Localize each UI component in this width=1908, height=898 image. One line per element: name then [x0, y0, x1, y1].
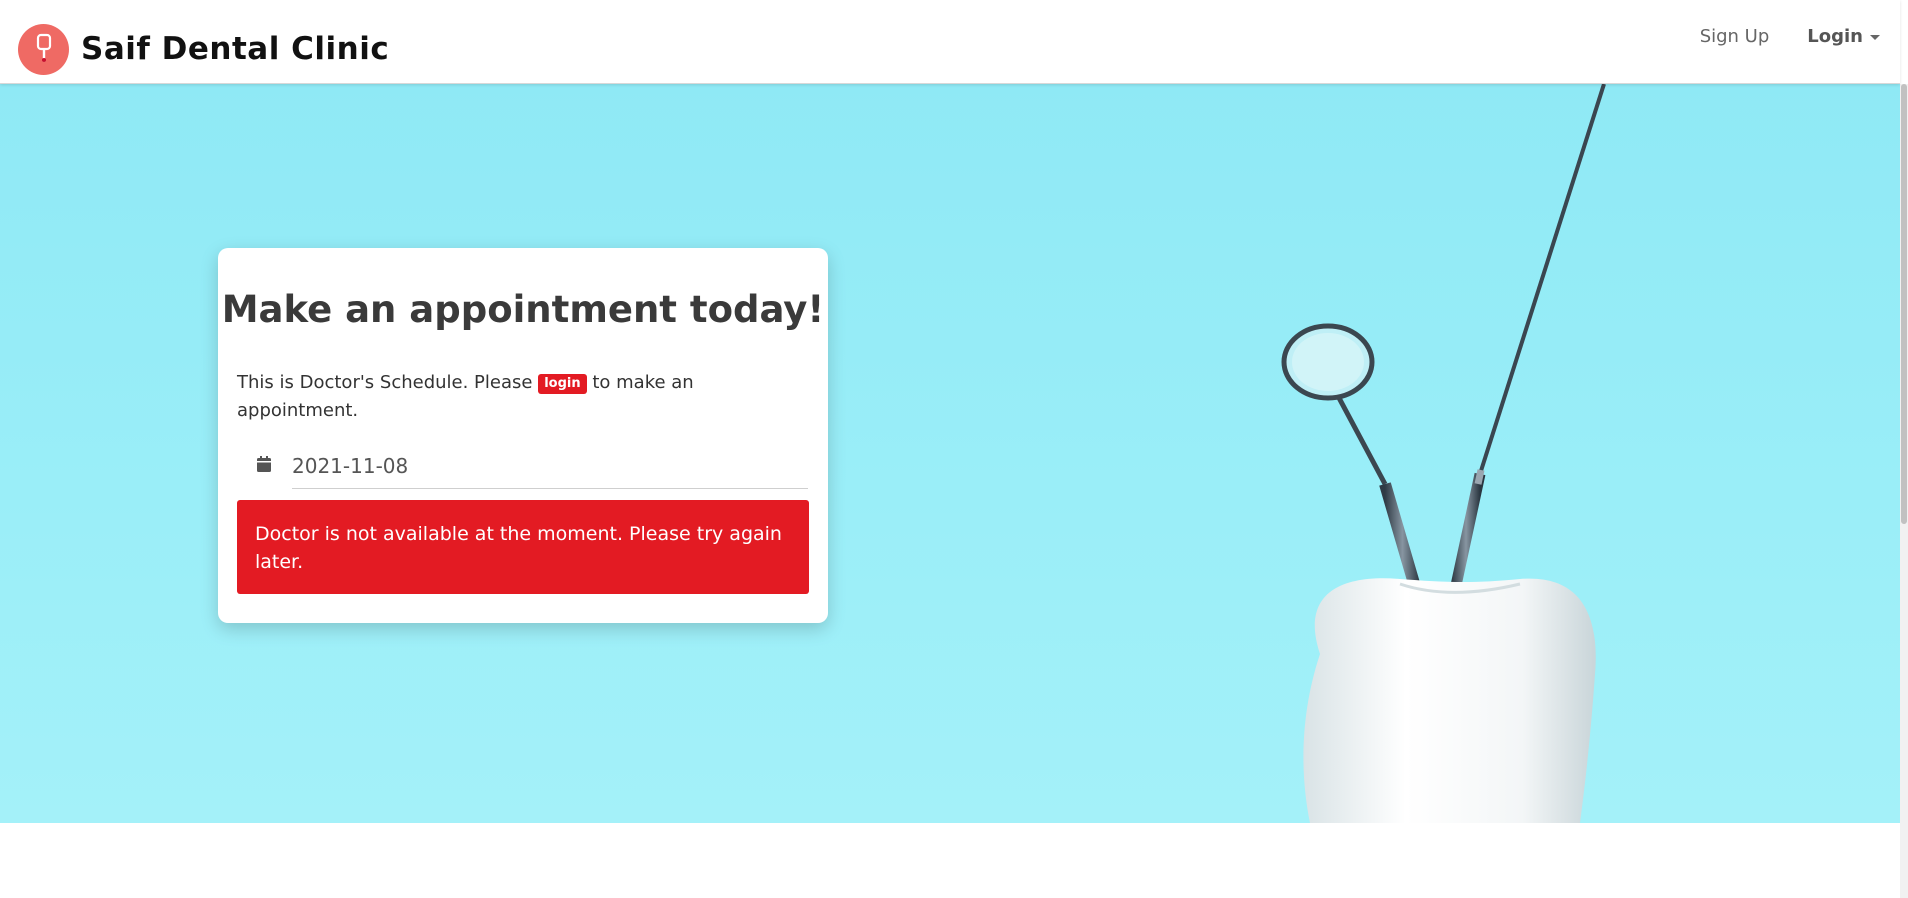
login-label: Login — [1807, 26, 1863, 47]
sign-up-link[interactable]: Sign Up — [1700, 26, 1770, 47]
login-dropdown[interactable]: Login — [1807, 26, 1880, 47]
brand[interactable]: Saif Dental Clinic — [18, 23, 390, 75]
brand-name: Saif Dental Clinic — [81, 31, 390, 67]
instruction-text-before: This is Doctor's Schedule. Please — [237, 372, 533, 393]
date-input[interactable] — [292, 449, 808, 489]
navbar: Saif Dental Clinic Sign Up Login — [0, 0, 1900, 84]
card-title: Make an appointment today! — [221, 288, 825, 331]
date-picker-row — [256, 449, 808, 489]
appointment-card: Make an appointment today! This is Docto… — [218, 248, 828, 623]
calendar-icon — [257, 456, 271, 472]
login-badge[interactable]: login — [538, 374, 587, 394]
tooth-brush-icon — [18, 23, 69, 75]
chevron-down-icon — [1870, 35, 1880, 40]
schedule-instruction: This is Doctor's Schedule. Please login … — [237, 369, 797, 425]
nav-links: Sign Up Login — [1700, 26, 1900, 47]
availability-alert: Doctor is not available at the moment. P… — [237, 500, 809, 594]
scrollbar-thumb[interactable] — [1901, 84, 1907, 524]
